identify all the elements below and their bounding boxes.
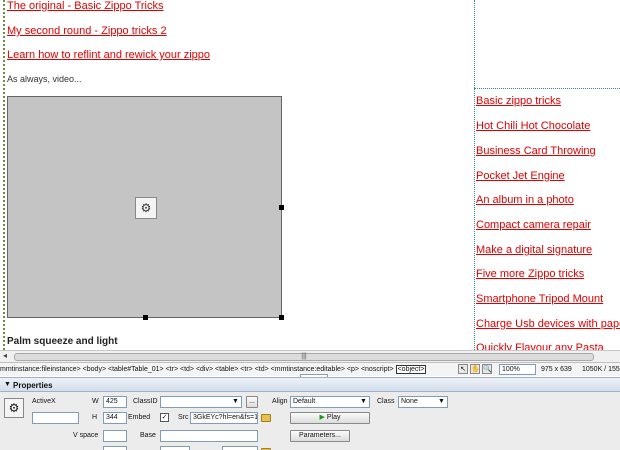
sidebar-link[interactable]: Charge Usb devices with pape (476, 318, 620, 330)
activex-icon: ⚙ (4, 398, 24, 418)
scrollbar-thumb[interactable]: ||| (14, 353, 594, 361)
properties-panel-header[interactable]: ▼ Properties (0, 377, 620, 392)
collapse-triangle-icon[interactable]: ▼ (4, 381, 11, 388)
resize-handle-bottom[interactable] (143, 315, 148, 320)
horizontal-scrollbar[interactable]: ◂ ||| (0, 350, 620, 362)
sidebar-link[interactable]: Pocket Jet Engine (476, 170, 565, 182)
link-zippo-tricks-2[interactable]: My second round - Zippo tricks 2 (7, 25, 167, 37)
tag-selector[interactable]: mmtinstance:fileinstance> <body> <table#… (0, 365, 427, 374)
status-tools: ↖ ✋ 🔍 (458, 364, 494, 374)
sidebar-link[interactable]: An album in a photo (476, 194, 574, 206)
classid-browse-button[interactable]: ... (246, 396, 258, 408)
activex-label: ActiveX (32, 398, 56, 405)
selected-tag[interactable]: <object> (395, 365, 427, 374)
sidebar-link[interactable]: Smartphone Tripod Mount (476, 293, 603, 305)
hand-tool-icon[interactable]: ✋ (470, 364, 480, 374)
class-label: Class (377, 398, 395, 405)
align-label: Align (272, 398, 288, 405)
sidebar-link[interactable]: Make a digital signature (476, 244, 592, 256)
height-field[interactable]: 344 (103, 412, 127, 424)
status-bar: mmtinstance:fileinstance> <body> <table#… (0, 362, 620, 378)
activex-icon: ⚙ (135, 197, 157, 219)
design-view[interactable]: The original - Basic Zippo Tricks My sec… (0, 0, 620, 350)
video-caption: Palm squeeze and light (7, 336, 118, 347)
play-button[interactable]: ▶ Play (290, 412, 370, 424)
scroll-left-icon[interactable]: ◂ (3, 351, 7, 360)
activex-placeholder[interactable]: ⚙ (7, 96, 284, 320)
classid-label: ClassID (133, 398, 158, 405)
sidebar-link[interactable]: Five more Zippo tricks (476, 268, 584, 280)
table-guide-vertical (474, 0, 475, 350)
window-size[interactable]: 975 x 639 (541, 366, 572, 373)
sidebar-link[interactable]: Hot Chili Hot Chocolate (476, 120, 590, 132)
class-select[interactable]: None ▼ (398, 396, 448, 408)
link-reflint-rewick[interactable]: Learn how to reflint and rewick your zip… (7, 49, 210, 61)
base-label: Base (140, 432, 156, 439)
resize-handle-corner[interactable] (279, 315, 284, 320)
chevron-down-icon: ▼ (438, 398, 445, 405)
tag-path[interactable]: mmtinstance:fileinstance> <body> <table#… (0, 366, 394, 373)
intro-paragraph: As always, video... (7, 74, 82, 84)
align-value: Default (293, 398, 316, 405)
sidebar-link[interactable]: Quickly Flavour any Pasta (476, 342, 604, 350)
alt-image-field[interactable] (160, 446, 190, 450)
data-field[interactable] (222, 446, 258, 450)
vspace-label: V space (73, 432, 99, 439)
folder-icon[interactable] (261, 414, 271, 422)
properties-title: Properties (13, 381, 53, 390)
table-guide-horizontal (474, 88, 620, 89)
properties-panel: ⚙ ActiveX W 425 H 344 ClassID ▼ ... Embe… (0, 392, 620, 450)
link-basic-zippo-tricks[interactable]: The original - Basic Zippo Tricks (7, 0, 164, 12)
embed-checkbox[interactable]: ✓ (160, 413, 169, 422)
classid-select[interactable]: ▼ (160, 396, 242, 408)
align-select[interactable]: Default ▼ (290, 396, 370, 408)
parameters-button[interactable]: Parameters... (290, 430, 350, 442)
play-icon: ▶ (319, 414, 327, 421)
zoom-tool-icon[interactable]: 🔍 (482, 364, 492, 374)
width-field[interactable]: 425 (103, 396, 127, 408)
resize-handle-right[interactable] (279, 205, 284, 210)
embed-label: Embed (128, 414, 151, 421)
chevron-down-icon: ▼ (232, 398, 239, 405)
sidebar-link[interactable]: Basic zippo tricks (476, 95, 561, 107)
vspace-field[interactable] (103, 430, 127, 442)
hspace-field[interactable] (103, 446, 127, 450)
editable-region-border (3, 0, 5, 350)
activex-name-field[interactable] (32, 412, 79, 424)
src-label: Src (178, 414, 189, 421)
class-value: None (401, 398, 418, 405)
base-field[interactable] (160, 430, 258, 442)
h-label: H (92, 414, 98, 421)
download-size: 1050K / 155 (582, 366, 620, 373)
play-label: Play (326, 414, 341, 421)
w-label: W (92, 398, 99, 405)
select-tool-icon[interactable]: ↖ (458, 364, 468, 374)
zoom-select[interactable]: 100% (499, 364, 536, 375)
sidebar-link[interactable]: Business Card Throwing (476, 145, 596, 157)
chevron-down-icon: ▼ (360, 398, 367, 405)
src-field[interactable]: 3GkEYc?hl=en&fs=1 (190, 412, 258, 424)
sidebar-link[interactable]: Compact camera repair (476, 219, 591, 231)
